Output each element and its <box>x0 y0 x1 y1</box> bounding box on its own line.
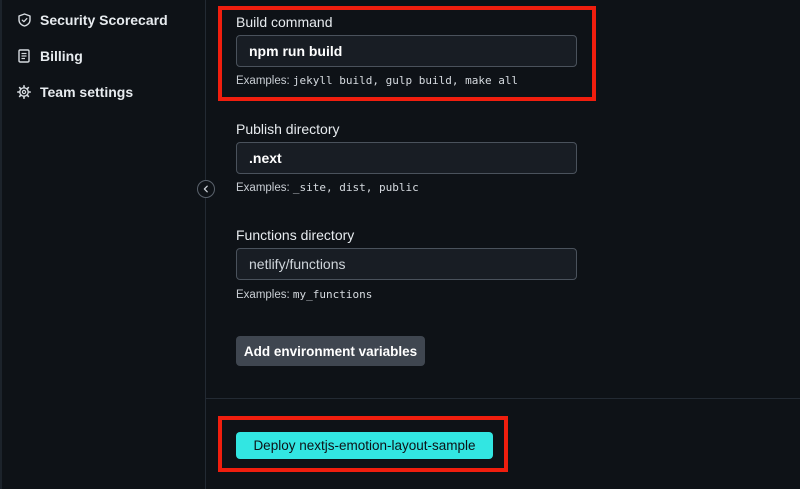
hint-prefix: Examples: <box>236 289 290 301</box>
build-command-input[interactable]: npm run build <box>236 35 577 67</box>
gear-icon <box>17 85 31 99</box>
functions-directory-label: Functions directory <box>236 227 355 243</box>
hint-prefix: Examples: <box>236 182 290 194</box>
sidebar: Security Scorecard Billing Team settings <box>0 0 206 489</box>
receipt-icon <box>17 49 31 63</box>
publish-directory-value: .next <box>249 150 282 166</box>
build-command-label: Build command <box>236 14 333 30</box>
functions-directory-hint: Examples: my_functions <box>236 288 372 301</box>
section-divider <box>206 398 800 399</box>
sidebar-edge <box>0 0 2 489</box>
sidebar-item-label: Billing <box>40 48 83 64</box>
sidebar-item-billing[interactable]: Billing <box>17 45 83 67</box>
functions-directory-input[interactable]: netlify/functions <box>236 248 577 280</box>
sidebar-item-team-settings[interactable]: Team settings <box>17 81 133 103</box>
hint-examples: jekyll build, gulp build, make all <box>292 74 519 87</box>
build-command-value: npm run build <box>249 43 343 59</box>
deploy-site-button[interactable]: Deploy nextjs-emotion-layout-sample <box>236 432 493 459</box>
sidebar-item-security-scorecard[interactable]: Security Scorecard <box>17 9 168 31</box>
publish-directory-input[interactable]: .next <box>236 142 577 174</box>
hint-examples: _site, dist, public <box>292 181 419 194</box>
app-root: Security Scorecard Billing Team settings… <box>0 0 800 489</box>
publish-directory-hint: Examples: _site, dist, public <box>236 181 419 194</box>
sidebar-divider <box>205 0 206 489</box>
sidebar-item-label: Team settings <box>40 84 134 100</box>
collapse-sidebar-button[interactable] <box>197 180 215 198</box>
shield-icon <box>17 13 31 27</box>
hint-prefix: Examples: <box>236 75 290 87</box>
build-command-hint: Examples: jekyll build, gulp build, make… <box>236 74 518 87</box>
add-environment-variables-button[interactable]: Add environment variables <box>236 336 425 366</box>
chevron-left-icon <box>202 185 210 193</box>
functions-directory-value: netlify/functions <box>249 256 346 272</box>
hint-examples: my_functions <box>292 288 373 301</box>
sidebar-item-label: Security Scorecard <box>40 12 168 28</box>
publish-directory-label: Publish directory <box>236 121 340 137</box>
